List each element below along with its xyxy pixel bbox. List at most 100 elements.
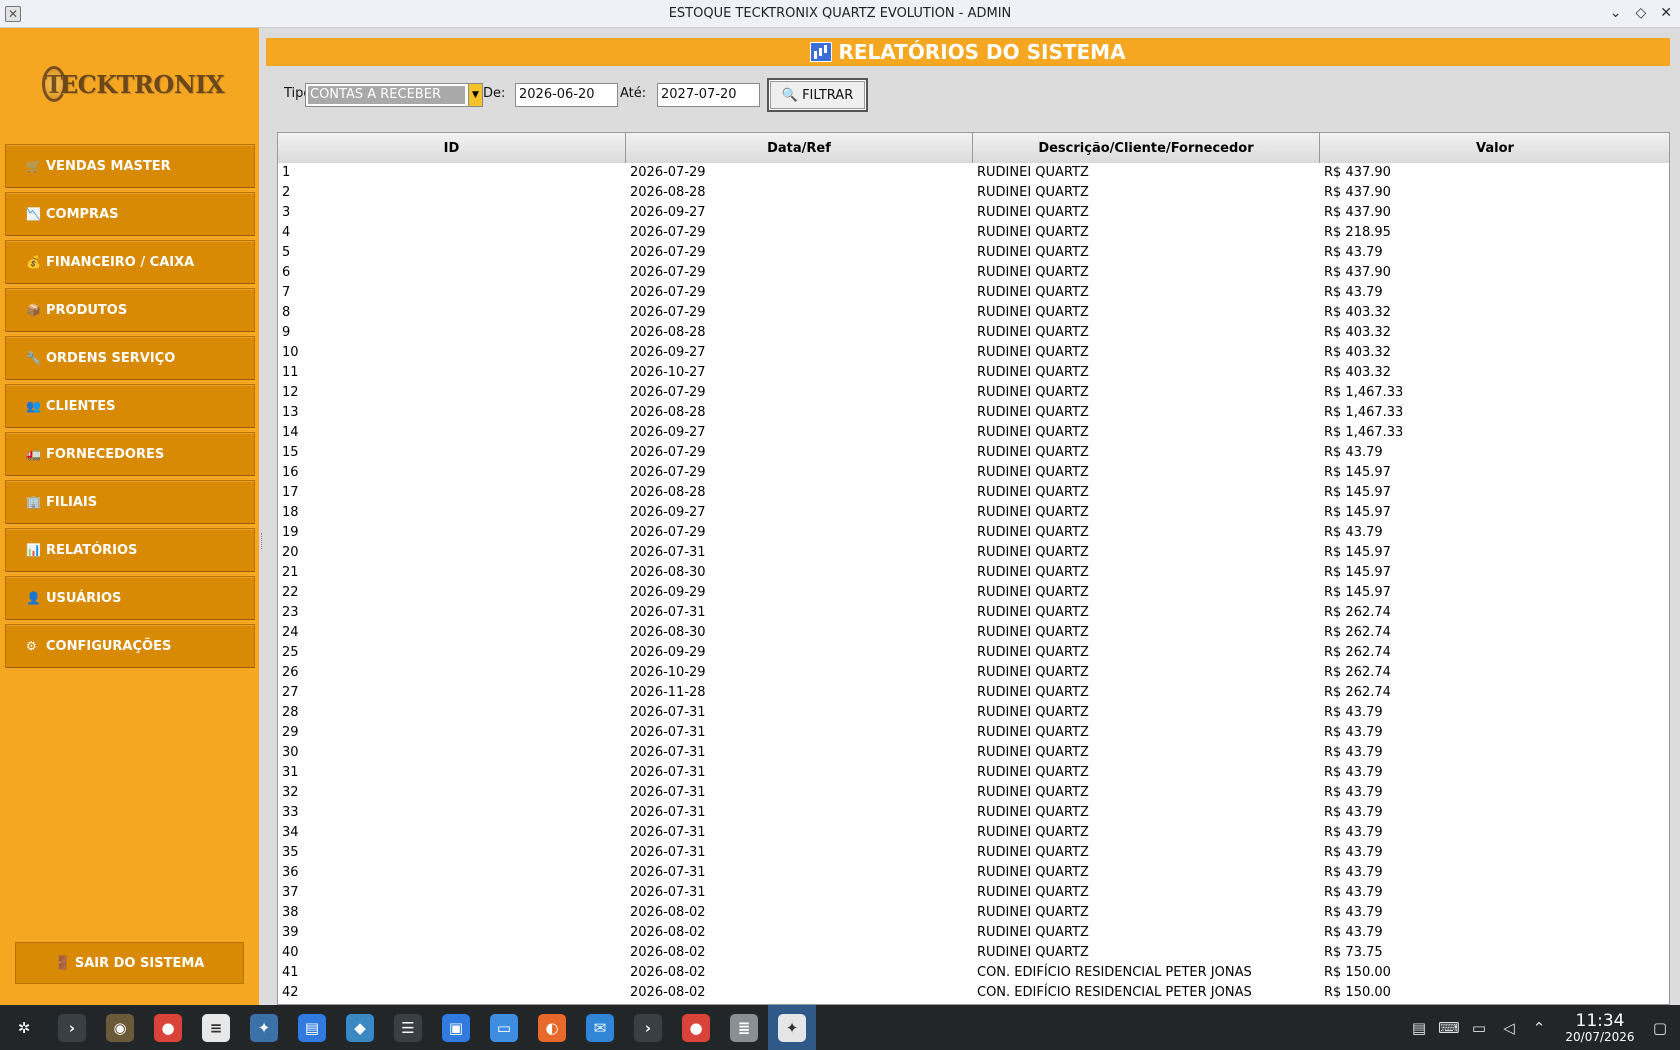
column-header[interactable]: Descrição/Cliente/Fornecedor — [973, 133, 1320, 163]
table-row[interactable]: 5 2026-07-29 RUDINEI QUARTZ R$ 43.79 — [278, 243, 1669, 263]
taskbar-app[interactable]: ● — [672, 1005, 720, 1050]
table-row[interactable]: 9 2026-08-28 RUDINEI QUARTZ R$ 403.32 — [278, 323, 1669, 343]
taskbar-app[interactable]: › — [624, 1005, 672, 1050]
table-row[interactable]: 41 2026-08-02 CON. EDIFÍCIO RESIDENCIAL PE… — [278, 963, 1669, 983]
tipo-select[interactable]: CONTAS A RECEBER ▼ — [305, 83, 483, 107]
table-row[interactable]: 18 2026-09-27 RUDINEI QUARTZ R$ 145.97 — [278, 503, 1669, 523]
volume-icon[interactable]: ◁ — [1494, 1019, 1524, 1037]
table-row[interactable]: 29 2026-07-31 RUDINEI QUARTZ R$ 43.79 — [278, 723, 1669, 743]
python-app-icon: ✦ — [778, 1013, 806, 1042]
table-row[interactable]: 23 2026-07-31 RUDINEI QUARTZ R$ 262.74 — [278, 603, 1669, 623]
app-x-icon[interactable]: ✕ — [5, 6, 21, 22]
table-row[interactable]: 31 2026-07-31 RUDINEI QUARTZ R$ 43.79 — [278, 763, 1669, 783]
table-row[interactable]: 4 2026-07-29 RUDINEI QUARTZ R$ 218.95 — [278, 223, 1669, 243]
date-from-input[interactable]: 2026-06-20 — [515, 83, 618, 107]
taskbar-app[interactable]: ▭ — [480, 1005, 528, 1050]
sidebar-item-relat-rios[interactable]: 📊 RELATÓRIOS — [5, 528, 255, 572]
taskbar-app[interactable]: ☰ — [384, 1005, 432, 1050]
table-row[interactable]: 40 2026-08-02 RUDINEI QUARTZ R$ 73.75 — [278, 943, 1669, 963]
table-row[interactable]: 8 2026-07-29 RUDINEI QUARTZ R$ 403.32 — [278, 303, 1669, 323]
table-row[interactable]: 6 2026-07-29 RUDINEI QUARTZ R$ 437.90 — [278, 263, 1669, 283]
table-row[interactable]: 42 2026-08-02 CON. EDIFÍCIO RESIDENCIAL PE… — [278, 983, 1669, 1003]
table-row[interactable]: 22 2026-09-29 RUDINEI QUARTZ R$ 145.97 — [278, 583, 1669, 603]
show-desktop-icon[interactable]: ▢ — [1640, 1019, 1680, 1037]
table-row[interactable]: 35 2026-07-31 RUDINEI QUARTZ R$ 43.79 — [278, 843, 1669, 863]
table-row[interactable]: 16 2026-07-29 RUDINEI QUARTZ R$ 145.97 — [278, 463, 1669, 483]
column-header[interactable]: Valor — [1320, 133, 1669, 163]
taskbar-app[interactable]: ✦ — [240, 1005, 288, 1050]
table-row[interactable]: 10 2026-09-27 RUDINEI QUARTZ R$ 403.32 — [278, 343, 1669, 363]
clipboard-icon[interactable]: ▤ — [1404, 1019, 1434, 1037]
table-row[interactable]: 2 2026-08-28 RUDINEI QUARTZ R$ 437.90 — [278, 183, 1669, 203]
column-header[interactable]: Data/Ref — [626, 133, 973, 163]
table-row[interactable]: 12 2026-07-29 RUDINEI QUARTZ R$ 1,467.33 — [278, 383, 1669, 403]
table-row[interactable]: 32 2026-07-31 RUDINEI QUARTZ R$ 43.79 — [278, 783, 1669, 803]
table-cell: 2026-08-30 — [630, 625, 706, 640]
sidebar-item-produtos[interactable]: 📦 PRODUTOS — [5, 288, 255, 332]
sidebar-item-label: RELATÓRIOS — [46, 542, 138, 558]
exit-button[interactable]: 🚪 SAIR DO SISTEMA — [15, 942, 244, 984]
taskbar-app[interactable]: ✲ — [0, 1005, 48, 1050]
sidebar-item-configura-es[interactable]: ⚙ CONFIGURAÇÕES — [5, 624, 255, 668]
table-row[interactable]: 24 2026-08-30 RUDINEI QUARTZ R$ 262.74 — [278, 623, 1669, 643]
table-cell: RUDINEI QUARTZ — [977, 245, 1089, 260]
taskbar-app[interactable]: ◆ — [336, 1005, 384, 1050]
taskbar-app[interactable]: ≣ — [720, 1005, 768, 1050]
sidebar-item-financeiro-caixa[interactable]: 💰 FINANCEIRO / CAIXA — [5, 240, 255, 284]
bar-chart-icon — [810, 42, 833, 62]
table-row[interactable]: 20 2026-07-31 RUDINEI QUARTZ R$ 145.97 — [278, 543, 1669, 563]
sidebar-item-fornecedores[interactable]: 🚛 FORNECEDORES — [5, 432, 255, 476]
date-to-input[interactable]: 2027-07-20 — [657, 83, 760, 107]
table-row[interactable]: 19 2026-07-29 RUDINEI QUARTZ R$ 43.79 — [278, 523, 1669, 543]
taskbar-app[interactable]: ● — [144, 1005, 192, 1050]
table-row[interactable]: 38 2026-08-02 RUDINEI QUARTZ R$ 43.79 — [278, 903, 1669, 923]
table-row[interactable]: 14 2026-09-27 RUDINEI QUARTZ R$ 1,467.33 — [278, 423, 1669, 443]
sidebar-item-usu-rios[interactable]: 👤 USUÁRIOS — [5, 576, 255, 620]
taskbar-app[interactable]: ▤ — [288, 1005, 336, 1050]
sidebar-item-clientes[interactable]: 👥 CLIENTES — [5, 384, 255, 428]
table-row[interactable]: 1 2026-07-29 RUDINEI QUARTZ R$ 437.90 — [278, 163, 1669, 183]
table-row[interactable]: 37 2026-07-31 RUDINEI QUARTZ R$ 43.79 — [278, 883, 1669, 903]
table-row[interactable]: 21 2026-08-30 RUDINEI QUARTZ R$ 145.97 — [278, 563, 1669, 583]
taskbar-app[interactable]: ▣ — [432, 1005, 480, 1050]
taskbar-app[interactable]: ◐ — [528, 1005, 576, 1050]
table-row[interactable]: 28 2026-07-31 RUDINEI QUARTZ R$ 43.79 — [278, 703, 1669, 723]
close-icon[interactable]: ✕ — [1660, 5, 1672, 21]
table-row[interactable]: 30 2026-07-31 RUDINEI QUARTZ R$ 43.79 — [278, 743, 1669, 763]
splitter-grip[interactable] — [261, 533, 263, 549]
minimize-icon[interactable]: ⌄ — [1610, 5, 1622, 21]
table-row[interactable]: 26 2026-10-29 RUDINEI QUARTZ R$ 262.74 — [278, 663, 1669, 683]
table-row[interactable]: 33 2026-07-31 RUDINEI QUARTZ R$ 43.79 — [278, 803, 1669, 823]
sidebar-item-filiais[interactable]: 🏢 FILIAIS — [5, 480, 255, 524]
table-row[interactable]: 13 2026-08-28 RUDINEI QUARTZ R$ 1,467.33 — [278, 403, 1669, 423]
keyboard-icon[interactable]: ⌨ — [1434, 1019, 1464, 1037]
table-row[interactable]: 3 2026-09-27 RUDINEI QUARTZ R$ 437.90 — [278, 203, 1669, 223]
taskbar-app[interactable]: › — [48, 1005, 96, 1050]
taskbar-app[interactable]: ◉ — [96, 1005, 144, 1050]
table-cell: 31 — [282, 765, 299, 780]
sidebar-item-ordens-servi-o[interactable]: 🔧 ORDENS SERVIÇO — [5, 336, 255, 380]
table-row[interactable]: 11 2026-10-27 RUDINEI QUARTZ R$ 403.32 — [278, 363, 1669, 383]
taskbar-app[interactable]: ✦ — [768, 1005, 816, 1050]
table-cell: 2026-07-31 — [630, 865, 706, 880]
maximize-icon[interactable]: ◇ — [1635, 5, 1646, 21]
taskbar-app[interactable]: ✉ — [576, 1005, 624, 1050]
column-header[interactable]: ID — [278, 133, 626, 163]
sidebar-item-vendas-master[interactable]: 🛒 VENDAS MASTER — [5, 144, 255, 188]
table-row[interactable]: 27 2026-11-28 RUDINEI QUARTZ R$ 262.74 — [278, 683, 1669, 703]
filter-button[interactable]: 🔍 FILTRAR — [767, 78, 868, 112]
table-row[interactable]: 7 2026-07-29 RUDINEI QUARTZ R$ 43.79 — [278, 283, 1669, 303]
taskbar-app[interactable]: ≡ — [192, 1005, 240, 1050]
table-row[interactable]: 39 2026-08-02 RUDINEI QUARTZ R$ 43.79 — [278, 923, 1669, 943]
table-row[interactable]: 25 2026-09-29 RUDINEI QUARTZ R$ 262.74 — [278, 643, 1669, 663]
network-icon[interactable]: ▭ — [1464, 1019, 1494, 1037]
table-row[interactable]: 34 2026-07-31 RUDINEI QUARTZ R$ 43.79 — [278, 823, 1669, 843]
sidebar-item-compras[interactable]: 📉 COMPRAS — [5, 192, 255, 236]
tray-expand-icon[interactable]: ⌃ — [1524, 1019, 1554, 1037]
clock[interactable]: 11:34 20/07/2026 — [1560, 1012, 1640, 1044]
chevron-down-icon[interactable]: ▼ — [468, 84, 482, 106]
table-row[interactable]: 15 2026-07-29 RUDINEI QUARTZ R$ 43.79 — [278, 443, 1669, 463]
table-row[interactable]: 17 2026-08-28 RUDINEI QUARTZ R$ 145.97 — [278, 483, 1669, 503]
table-row[interactable]: 36 2026-07-31 RUDINEI QUARTZ R$ 43.79 — [278, 863, 1669, 883]
table-cell: 2026-07-29 — [630, 445, 706, 460]
